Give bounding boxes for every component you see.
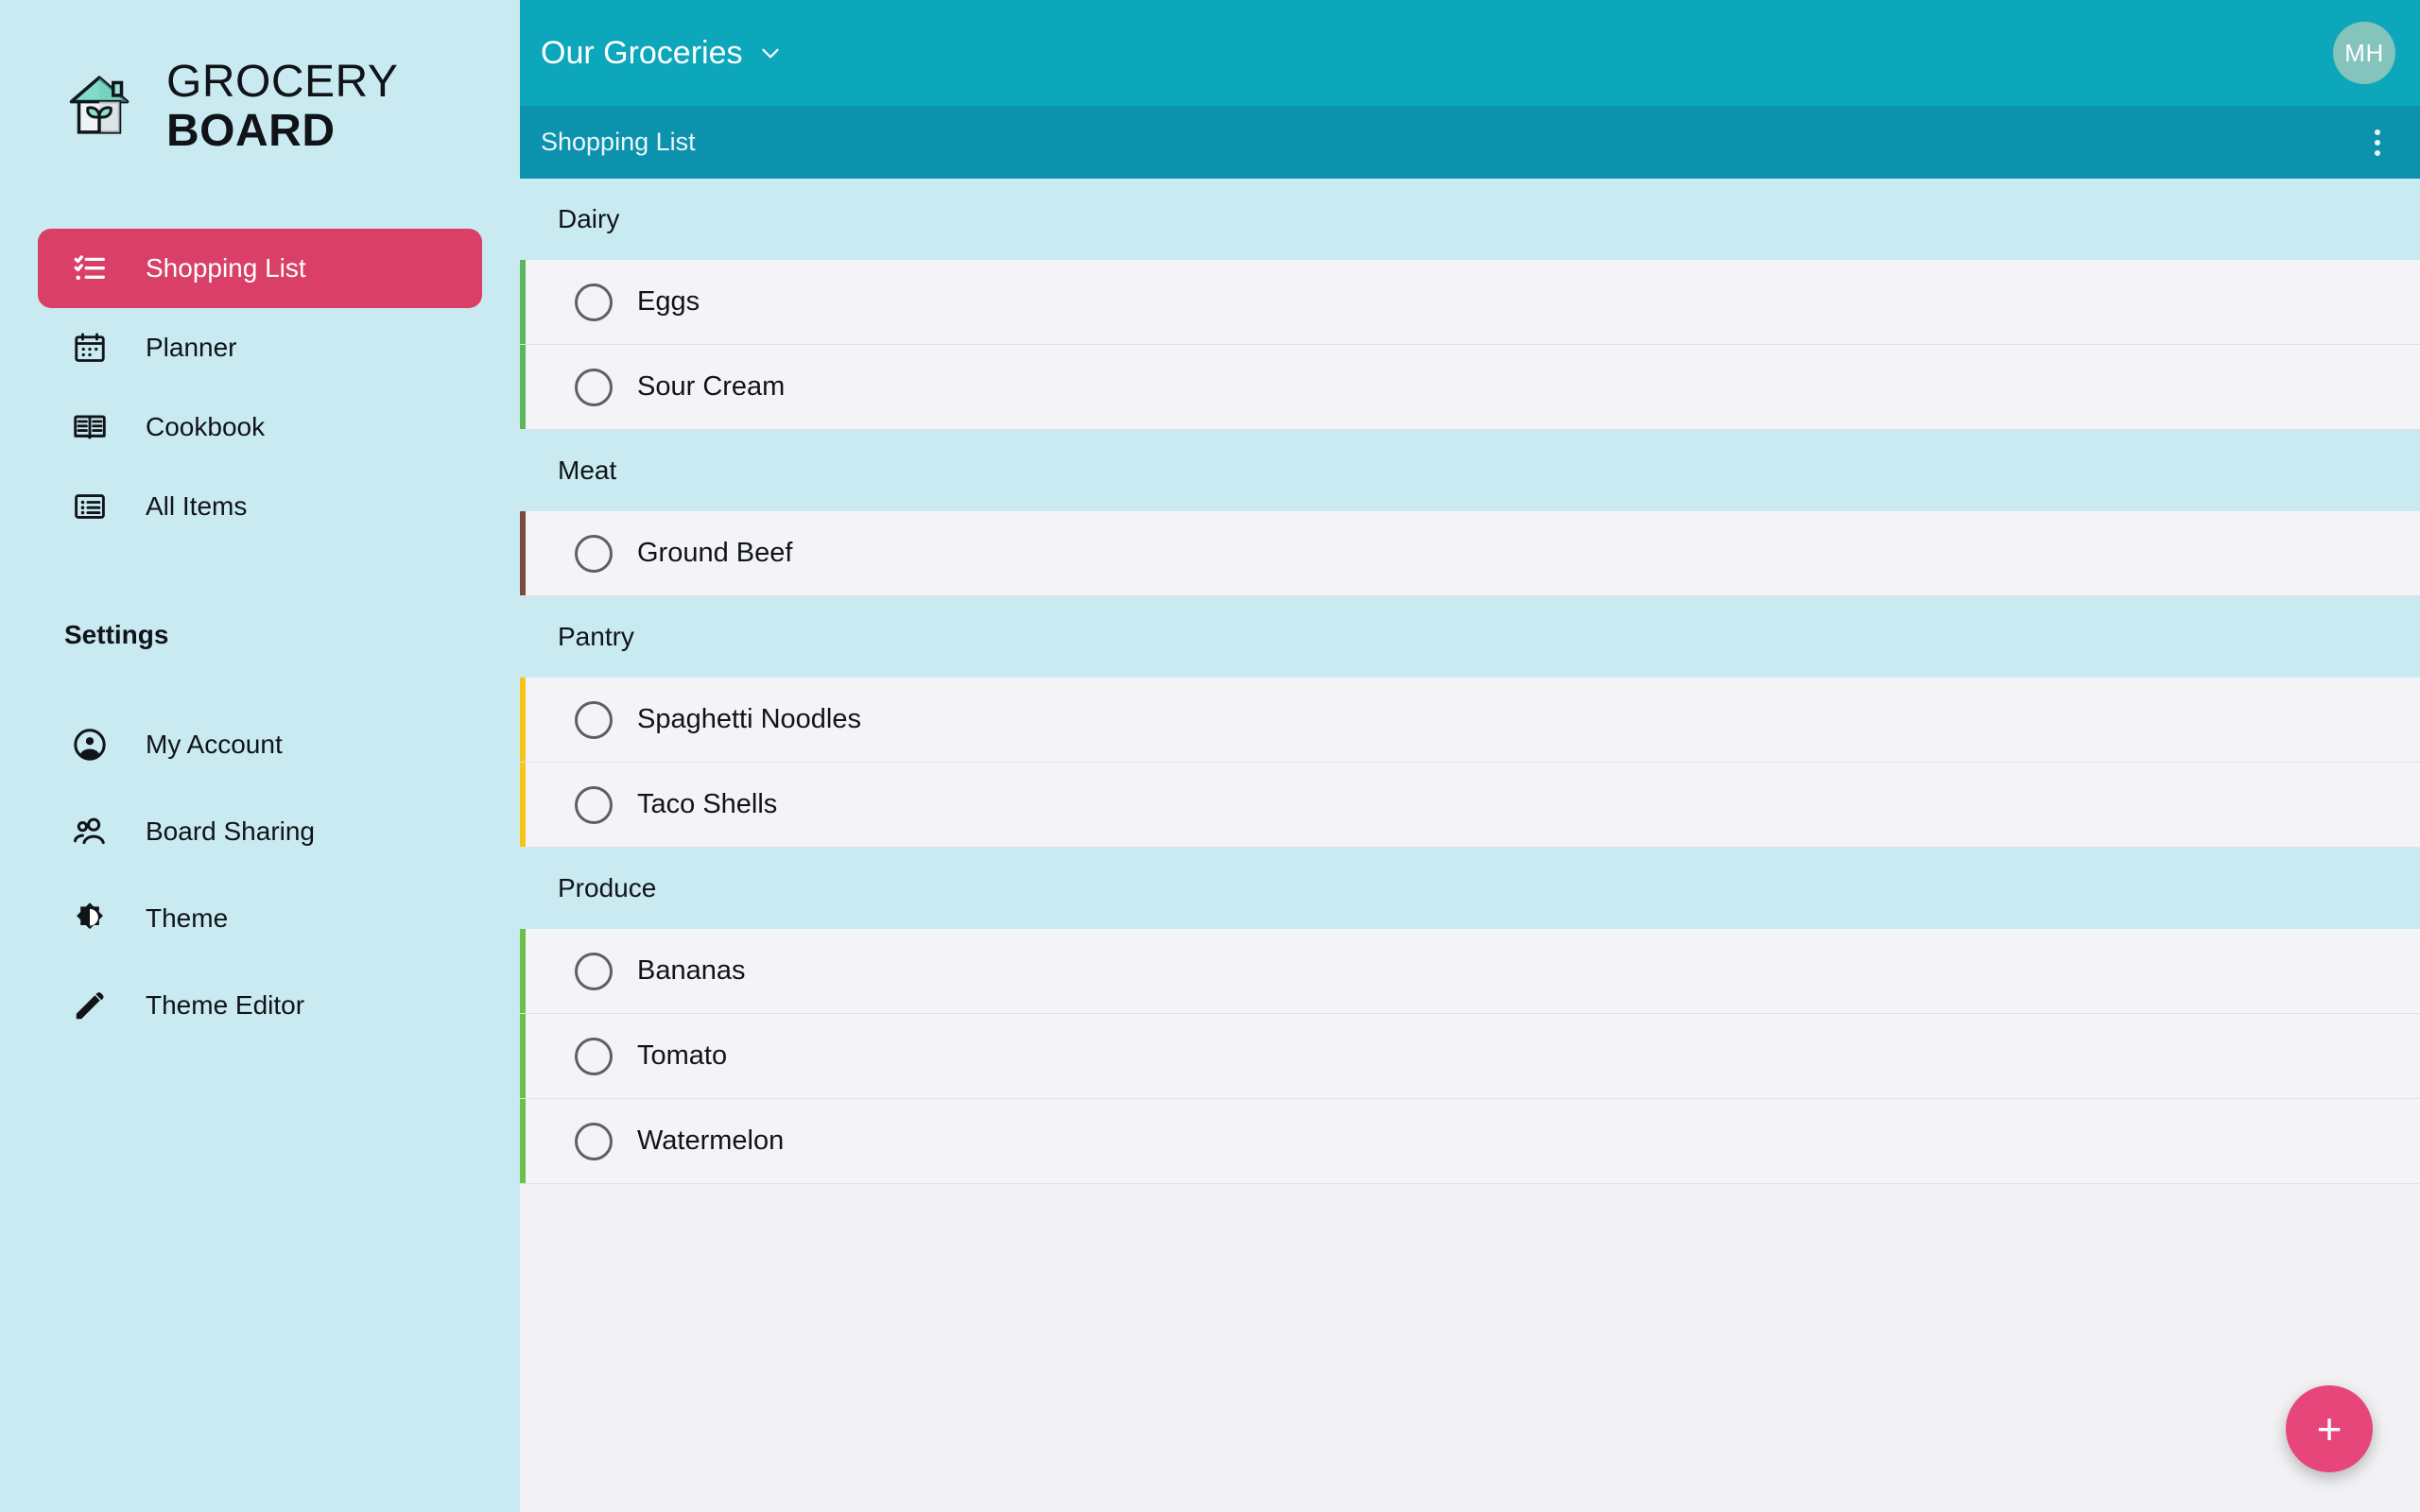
board-name: Our Groceries: [541, 35, 743, 72]
checklist-icon: [70, 249, 110, 288]
primary-nav: Shopping List Planne: [0, 229, 520, 546]
list-title: Shopping List: [541, 128, 696, 157]
account-circle-icon: [70, 725, 110, 765]
category-header: Dairy: [520, 179, 2420, 260]
sidebar-item-label: All Items: [146, 491, 247, 522]
item-checkbox[interactable]: [575, 369, 613, 406]
sidebar-item-theme-editor[interactable]: Theme Editor: [38, 962, 482, 1049]
item-checkbox[interactable]: [575, 701, 613, 739]
category-color-bar: [520, 1014, 526, 1098]
brand-line-2: BOARD: [166, 107, 398, 156]
board-selector[interactable]: Our Groceries: [541, 35, 783, 72]
chevron-down-icon: [758, 41, 783, 65]
sidebar-item-label: Theme: [146, 903, 228, 934]
category-header: Meat: [520, 430, 2420, 511]
sidebar-item-label: My Account: [146, 730, 283, 760]
category-color-bar: [520, 763, 526, 847]
sidebar-item-label: Cookbook: [146, 412, 265, 442]
brand: GROCERY BOARD: [0, 36, 520, 178]
nav-spacer: [0, 546, 520, 588]
sidebar-item-all-items[interactable]: All Items: [38, 467, 482, 546]
category-color-bar: [520, 1099, 526, 1183]
avatar-initials: MH: [2344, 39, 2383, 68]
list-item[interactable]: Sour Cream: [520, 345, 2420, 430]
brand-title: GROCERY BOARD: [166, 58, 398, 156]
category-label: Produce: [558, 873, 656, 903]
add-item-fab[interactable]: +: [2286, 1385, 2373, 1472]
list-item[interactable]: Spaghetti Noodles: [520, 678, 2420, 763]
sidebar-item-cookbook[interactable]: Cookbook: [38, 387, 482, 467]
brand-line-1: GROCERY: [166, 58, 398, 107]
item-label: Watermelon: [637, 1125, 784, 1157]
list-item[interactable]: Ground Beef: [520, 511, 2420, 596]
item-checkbox[interactable]: [575, 535, 613, 573]
item-checkbox[interactable]: [575, 1123, 613, 1160]
item-label: Bananas: [637, 955, 746, 987]
top-header: Our Groceries MH: [520, 0, 2420, 106]
sidebar-item-label: Planner: [146, 333, 237, 363]
sidebar-item-my-account[interactable]: My Account: [38, 701, 482, 788]
list-box-icon: [70, 487, 110, 526]
sidebar-item-planner[interactable]: Planner: [38, 308, 482, 387]
category-color-bar: [520, 260, 526, 344]
list-item[interactable]: Taco Shells: [520, 763, 2420, 848]
open-book-icon: [70, 407, 110, 447]
item-label: Sour Cream: [637, 371, 785, 403]
list-item[interactable]: Bananas: [520, 929, 2420, 1014]
people-icon: [70, 812, 110, 851]
category-color-bar: [520, 678, 526, 762]
list-item[interactable]: Eggs: [520, 260, 2420, 345]
category-color-bar: [520, 345, 526, 429]
category-color-bar: [520, 511, 526, 595]
kebab-dot: [2375, 140, 2380, 146]
item-label: Tomato: [637, 1040, 727, 1072]
item-label: Taco Shells: [637, 789, 777, 820]
category-header: Produce: [520, 848, 2420, 929]
item-checkbox[interactable]: [575, 284, 613, 321]
settings-nav: My Account Board Sharing: [0, 701, 520, 1049]
category-color-bar: [520, 929, 526, 1013]
sidebar-item-label: Theme Editor: [146, 990, 304, 1021]
category-label: Dairy: [558, 204, 619, 234]
app-root: GROCERY BOARD Shopping List: [0, 0, 2420, 1512]
item-checkbox[interactable]: [575, 953, 613, 990]
item-label: Spaghetti Noodles: [637, 704, 861, 735]
kebab-dot: [2375, 150, 2380, 156]
item-checkbox[interactable]: [575, 1038, 613, 1075]
main-panel: Our Groceries MH Shopping List Dairy: [520, 0, 2420, 1512]
avatar[interactable]: MH: [2333, 22, 2395, 84]
sub-header: Shopping List: [520, 106, 2420, 179]
category-label: Pantry: [558, 622, 634, 652]
sidebar-item-board-sharing[interactable]: Board Sharing: [38, 788, 482, 875]
sidebar-item-theme[interactable]: Theme: [38, 875, 482, 962]
sidebar: GROCERY BOARD Shopping List: [0, 0, 520, 1512]
sidebar-item-label: Board Sharing: [146, 816, 315, 847]
kebab-dot: [2375, 129, 2380, 135]
item-label: Ground Beef: [637, 538, 792, 569]
category-header: Pantry: [520, 596, 2420, 678]
list-item[interactable]: Watermelon: [520, 1099, 2420, 1184]
house-sprout-icon: [59, 66, 140, 147]
calendar-icon: [70, 328, 110, 368]
settings-section-title: Settings: [0, 620, 520, 650]
pencil-icon: [70, 986, 110, 1025]
sidebar-item-label: Shopping List: [146, 253, 306, 284]
item-label: Eggs: [637, 286, 700, 318]
brightness-icon: [70, 899, 110, 938]
kebab-menu-icon[interactable]: [2363, 120, 2392, 165]
item-checkbox[interactable]: [575, 786, 613, 824]
shopping-list: Dairy Eggs Sour Cream Meat Ground Beef Pantry…: [520, 179, 2420, 1512]
plus-icon: +: [2317, 1407, 2342, 1451]
sidebar-item-shopping-list[interactable]: Shopping List: [38, 229, 482, 308]
category-label: Meat: [558, 455, 616, 486]
list-item[interactable]: Tomato: [520, 1014, 2420, 1099]
